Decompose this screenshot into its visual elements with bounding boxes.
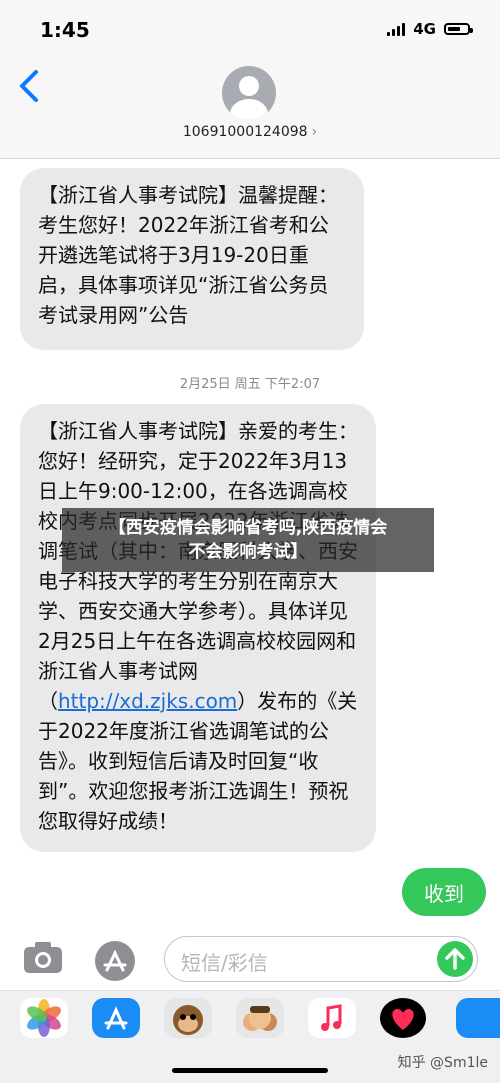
more-apps-icon[interactable]	[456, 998, 500, 1038]
message-input[interactable]: 短信/彩信	[164, 936, 478, 982]
app-store-app-icon[interactable]	[92, 998, 140, 1038]
zhihu-watermark: 知乎 @Sm1le	[397, 1055, 488, 1071]
chevron-right-icon: ›	[311, 124, 318, 140]
arrow-up-icon	[445, 948, 465, 970]
memoji-icon[interactable]	[236, 998, 284, 1038]
received-message-2[interactable]: 【浙江省人事考试院】亲爱的考生：您好！经研究，定于2022年3月13日上午9:0…	[20, 404, 376, 852]
back-chevron-icon[interactable]	[14, 66, 50, 106]
contact-avatar[interactable]	[222, 66, 276, 120]
status-time: 1:45	[40, 18, 90, 42]
network-type: 4G	[413, 20, 436, 38]
camera-icon[interactable]	[22, 940, 64, 976]
signal-icon	[387, 22, 406, 36]
battery-icon	[444, 23, 473, 35]
banner-line-2: 不会影响考试】	[188, 542, 308, 562]
animoji-monkey-icon[interactable]	[164, 998, 212, 1038]
sender-number[interactable]: 10691000124098 ›	[0, 124, 500, 140]
overlay-title-banner: 【西安疫情会影响省考吗,陕西疫情会 不会影响考试】	[62, 508, 434, 572]
banner-line-1: 【西安疫情会影响省考吗,陕西疫情会	[108, 518, 388, 538]
sender-number-text: 10691000124098	[182, 124, 308, 140]
received-message-1[interactable]: 【浙江省人事考试院】温馨提醒：考生您好！2022年浙江省考和公开遴选笔试将于3月…	[20, 168, 364, 350]
photos-app-icon[interactable]	[20, 998, 68, 1038]
send-button[interactable]	[437, 941, 473, 977]
app-store-icon[interactable]	[94, 940, 136, 982]
digital-touch-heart-icon[interactable]	[380, 998, 426, 1038]
status-indicators: 4G	[387, 20, 473, 38]
message-input-placeholder: 短信/彩信	[181, 951, 268, 975]
music-app-icon[interactable]	[308, 998, 356, 1038]
message-link[interactable]: http://xd.zjks.com	[58, 689, 237, 713]
sent-message[interactable]: 收到	[402, 868, 486, 916]
home-indicator	[172, 1068, 328, 1073]
message-timestamp: 2月25日 周五 下午2:07	[179, 377, 321, 392]
